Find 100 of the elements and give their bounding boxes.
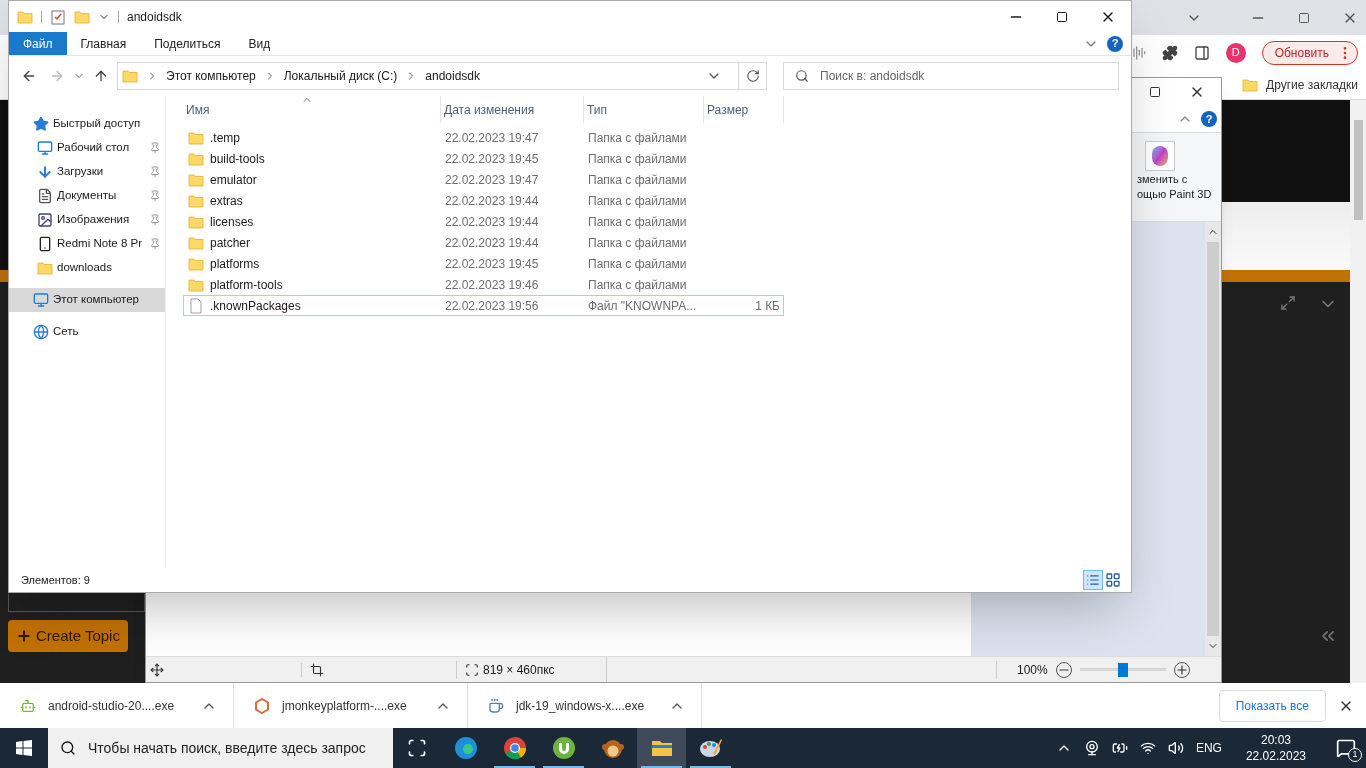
file-name: emulator (210, 171, 257, 189)
zoom-slider[interactable] (1079, 662, 1166, 677)
up-icon[interactable] (93, 68, 109, 84)
page-scrollbar[interactable] (1350, 100, 1366, 683)
sidebar-item[interactable]: Загрузки (9, 160, 165, 184)
bookmark[interactable]: Другие закладки (1266, 75, 1358, 94)
sidebar-item[interactable]: Рабочий стол (9, 136, 165, 160)
item-count: Элементов: 9 (21, 572, 90, 588)
file-row[interactable]: patcher 22.02.2023 19:44 Папка с файлами (183, 232, 784, 253)
windows-logo-icon[interactable] (16, 740, 32, 756)
ribbon-label: зменить с (1137, 173, 1188, 186)
address-bar[interactable]: Этот компьютер Локальный диск (C:) andoidsdk (117, 62, 767, 90)
folder-icon (188, 213, 204, 230)
language-indicator[interactable]: ENG (1195, 739, 1222, 757)
file-row[interactable]: .temp 22.02.2023 19:47 Папка с файлами (183, 127, 784, 148)
file-row[interactable]: .knownPackages 22.02.2023 19:56 Файл "KNOWNPA... 1 КБ (183, 295, 784, 316)
sidebar-item[interactable]: downloads (9, 256, 165, 280)
text-field[interactable] (8, 594, 145, 612)
type-cell-text: Папка с файлами (587, 129, 688, 147)
ribbon-tab[interactable]: Вид (234, 32, 285, 55)
sidebar-item[interactable]: Документы (9, 184, 165, 208)
column-header[interactable]: Дата изменения (441, 96, 584, 123)
battery-icon[interactable] (1111, 740, 1128, 756)
details-view-icon[interactable] (1083, 570, 1103, 590)
paint3d-icon[interactable] (1145, 141, 1175, 171)
pin-icon (149, 214, 161, 226)
pin-icon (149, 238, 161, 250)
update-button[interactable]: Обновить (1261, 40, 1358, 65)
file-row[interactable]: platform-tools 22.02.2023 19:46 Папка с файлами (183, 274, 784, 295)
ribbon-tab[interactable]: Поделиться (140, 32, 235, 55)
window-title: andoidsdk (127, 8, 182, 26)
clock[interactable]: 20:03 22.02.2023 (1245, 732, 1306, 764)
column-header[interactable]: Тип (584, 96, 704, 123)
sidebar-item[interactable]: Этот компьютер (9, 288, 165, 312)
download-item[interactable]: jdk-19_windows-x....exe (516, 696, 657, 715)
column-header[interactable]: Имя (183, 96, 441, 123)
ribbon-tab[interactable]: Главная (66, 32, 141, 55)
folder-icon (37, 260, 53, 276)
chrome-icon (502, 736, 527, 760)
puzzle-icon[interactable] (1161, 44, 1178, 61)
edge-icon (453, 736, 478, 760)
search-icon (795, 69, 809, 83)
folder-icon (188, 276, 204, 293)
date-cell-text: 22.02.2023 19:47 (444, 129, 540, 147)
file-row[interactable]: extras 22.02.2023 19:44 Папка с файлами (183, 190, 784, 211)
move-icon (150, 662, 164, 677)
ribbon-tab[interactable]: Файл (9, 32, 67, 55)
notification-icon[interactable] (1336, 738, 1356, 758)
search-icon (60, 740, 76, 756)
ribbon-label: ощью Paint 3D (1137, 188, 1212, 201)
taskbar-search[interactable]: Чтобы начать поиск, введите здесь запрос (48, 728, 393, 768)
file-row[interactable]: licenses 22.02.2023 19:44 Папка с файлами (183, 211, 784, 232)
date-cell-text: 22.02.2023 19:44 (444, 192, 540, 210)
type-cell-text: Папка с файлами (587, 276, 688, 294)
breadcrumb-item[interactable]: Локальный диск (C:) (283, 67, 398, 85)
checklist-icon[interactable] (50, 8, 66, 25)
download-item[interactable]: android-studio-20....exe (48, 696, 189, 715)
computer-icon (33, 292, 49, 308)
wifi-icon[interactable] (1139, 740, 1156, 756)
folder-icon (74, 8, 90, 25)
thumbnail-view-icon[interactable] (1103, 570, 1123, 590)
sidebar-icon[interactable] (1193, 44, 1210, 61)
breadcrumb-item[interactable]: andoidsdk (425, 67, 480, 85)
search-field[interactable]: Поиск в: andoidsdk (783, 62, 1119, 90)
palette-icon (698, 736, 723, 760)
camera-icon[interactable] (1083, 740, 1100, 756)
file-row[interactable]: platforms 22.02.2023 19:45 Папка с файлами (183, 253, 784, 274)
sidebar-item[interactable]: Redmi Note 8 Pr (9, 232, 165, 256)
maximize-icon[interactable] (1149, 86, 1161, 98)
phone-icon (37, 236, 53, 252)
task-view-icon[interactable] (407, 738, 427, 758)
expand-icon[interactable] (1280, 295, 1296, 311)
image-size-icon (465, 662, 479, 677)
notification-badge: 1 (1348, 748, 1362, 762)
sidebar-item[interactable]: Быстрый доступ (9, 112, 165, 136)
refresh-icon[interactable] (745, 69, 760, 83)
avatar[interactable]: D (1225, 42, 1246, 63)
sidebar-item[interactable]: Изображения (9, 208, 165, 232)
help-button[interactable]: ? (1107, 35, 1123, 52)
maximize-icon[interactable] (1056, 10, 1068, 23)
create-topic-button[interactable]: Create Topic (8, 620, 128, 652)
folder-icon (188, 150, 204, 167)
file-row[interactable]: emulator 22.02.2023 19:47 Папка с файлами (183, 169, 784, 190)
back-icon[interactable] (21, 68, 37, 84)
show-all-button[interactable]: Показать все (1218, 689, 1326, 722)
date-cell-text: 22.02.2023 19:44 (444, 213, 540, 231)
file-name: .temp (210, 129, 240, 147)
file-row[interactable]: build-tools 22.02.2023 19:45 Папка с файлами (183, 148, 784, 169)
scrollbar[interactable] (1205, 222, 1221, 656)
file-icon (188, 297, 204, 314)
restore-icon[interactable] (1298, 11, 1310, 24)
network-icon (33, 324, 49, 340)
file-name: build-tools (210, 150, 265, 168)
volume-icon[interactable] (1167, 740, 1184, 756)
download-item[interactable]: jmonkeyplatform-....exe (282, 696, 423, 715)
sidebar-item[interactable]: Сеть (9, 320, 165, 344)
help-button[interactable]: ? (1201, 111, 1217, 127)
java-icon (488, 697, 504, 714)
column-header[interactable]: Размер (704, 96, 784, 123)
breadcrumb-item[interactable]: Этот компьютер (166, 67, 256, 85)
